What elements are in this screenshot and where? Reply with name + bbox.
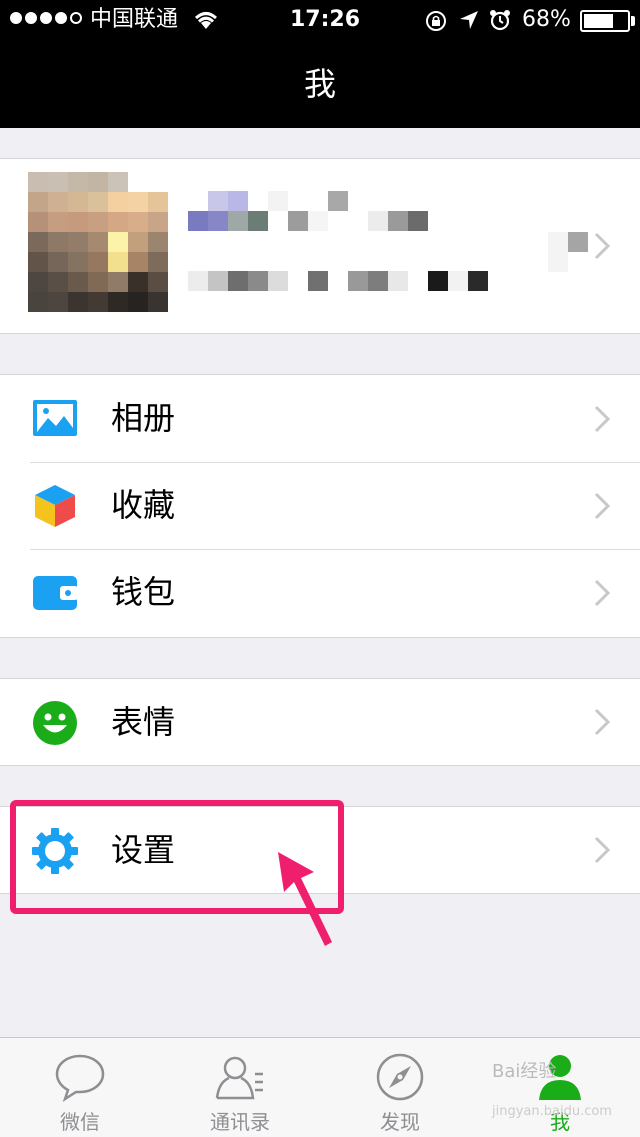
compass-icon [376,1053,424,1101]
menu-label-wallet: 钱包 [111,573,176,611]
menu-group-2: 表情 [0,678,640,766]
chevron-right-icon [594,405,610,433]
qr-code-pixelated [548,232,568,272]
signal-strength-icon [10,12,82,24]
tab-label-discover: 发现 [380,1110,420,1134]
rotation-lock-icon [426,11,446,31]
album-icon [33,400,77,436]
menu-label-stickers: 表情 [111,703,176,741]
tab-chats[interactable]: 微信 [0,1038,160,1137]
watermark-logo: Bai经验 [492,1061,557,1082]
clock-time: 17:26 [290,7,361,32]
location-arrow-icon [460,11,478,29]
chevron-right-icon [594,579,610,607]
pointer-arrow-annotation [278,852,332,946]
menu-group-1: 相册 收藏 钱包 [0,374,640,638]
tab-me[interactable]: 我 [480,1038,640,1137]
navigation-bar: 我 [0,40,640,128]
contacts-icon [215,1056,263,1100]
qr-code-pixelated-2 [568,232,588,252]
wallet-icon [33,576,78,610]
status-bar: 中国联通 17:26 68% [0,0,640,40]
alarm-icon [490,10,510,31]
menu-item-favorites[interactable]: 收藏 [0,462,640,549]
tab-bar: 微信 通讯录 发现 我 [0,1037,640,1137]
menu-item-album[interactable]: 相册 [0,375,640,462]
battery-percent: 68% [522,7,571,32]
battery-tip [631,16,635,26]
carrier-name: 中国联通 [90,7,179,32]
cube-icon [35,485,75,527]
battery-icon [580,10,630,32]
profile-cell[interactable] [0,158,640,334]
menu-item-wallet[interactable]: 钱包 [0,549,640,636]
menu-label-favorites: 收藏 [111,486,176,524]
tab-label-chats: 微信 [60,1110,100,1134]
smiley-icon [33,701,77,745]
avatar [28,172,168,312]
tab-label-contacts: 通讯录 [210,1110,270,1134]
chat-bubble-icon [55,1054,105,1102]
chevron-right-icon [594,836,610,864]
profile-info-pixelated [188,191,488,301]
tab-contacts[interactable]: 通讯录 [160,1038,320,1137]
menu-label-album: 相册 [111,399,176,437]
chevron-right-icon [594,492,610,520]
watermark-url: jingyan.baidu.com [492,1104,612,1119]
tab-discover[interactable]: 发现 [320,1038,480,1137]
menu-item-stickers[interactable]: 表情 [0,679,640,765]
chevron-right-icon [594,232,610,260]
page-title: 我 [303,65,336,103]
chevron-right-icon [594,708,610,736]
wifi-icon [194,12,218,29]
